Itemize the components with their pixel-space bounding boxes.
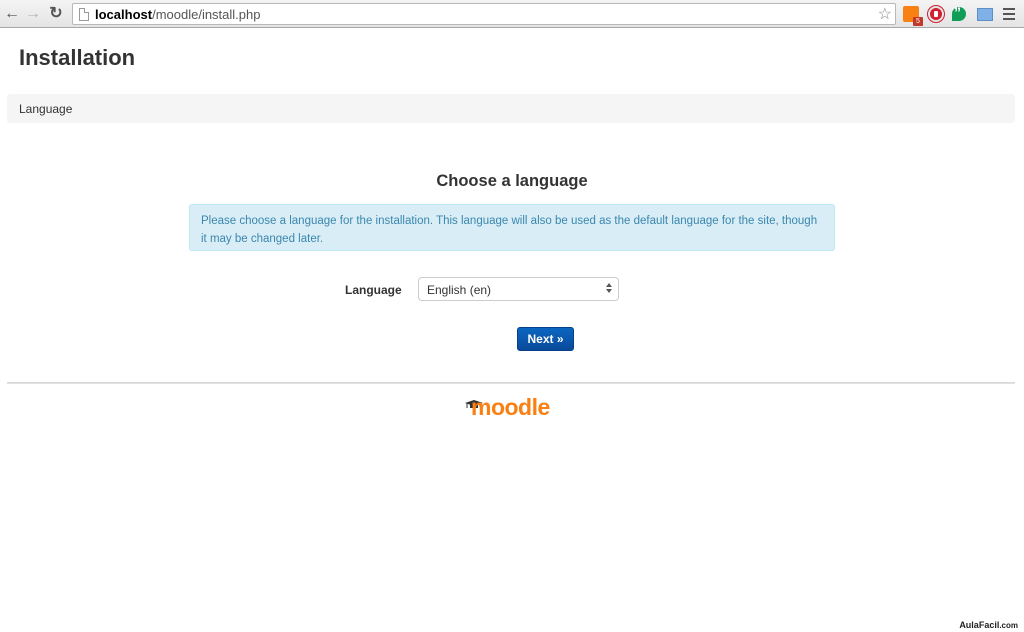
url-host: localhost xyxy=(95,7,153,22)
browser-toolbar: ← → ↻ localhost/moodle/install.php ☆ 5 xyxy=(0,0,1024,28)
language-select[interactable]: English (en) xyxy=(418,277,619,301)
arrow-left-icon: ← xyxy=(4,5,20,22)
moodle-logo-text: moodle xyxy=(471,394,550,420)
next-button[interactable]: Next » xyxy=(517,327,574,351)
arrow-right-icon: → xyxy=(25,5,41,22)
watermark: AulaFacil.com xyxy=(959,620,1018,630)
url-path: /moodle/install.php xyxy=(152,7,261,22)
hamburger-menu-icon[interactable] xyxy=(1003,8,1015,20)
hangouts-extension-icon[interactable] xyxy=(952,4,966,21)
watermark-text: AulaFacil xyxy=(959,620,1000,630)
info-message: Please choose a language for the install… xyxy=(189,204,835,251)
url-text[interactable]: localhost/moodle/install.php xyxy=(95,7,260,22)
extension-badge: 5 xyxy=(913,17,923,26)
screenshot-extension-icon[interactable] xyxy=(977,8,993,21)
forward-button[interactable]: → xyxy=(24,4,42,24)
language-label: Language xyxy=(345,283,402,297)
language-selected-value: English (en) xyxy=(427,283,492,297)
stop-extension-icon[interactable] xyxy=(928,6,944,22)
back-button[interactable]: ← xyxy=(3,4,21,24)
navbar-current-step: Language xyxy=(19,102,73,116)
moodle-logo[interactable]: moodle xyxy=(465,394,561,422)
select-arrows-icon xyxy=(606,283,612,295)
watermark-suffix: .com xyxy=(999,621,1018,630)
address-bar[interactable]: localhost/moodle/install.php ☆ xyxy=(72,3,896,25)
footer-divider xyxy=(7,382,1015,384)
page-content: Installation Language Choose a language … xyxy=(0,29,1024,632)
bookmark-star-icon[interactable]: ☆ xyxy=(878,4,892,24)
section-heading: Choose a language xyxy=(436,172,588,190)
reload-icon: ↻ xyxy=(49,5,63,22)
page-title: Installation xyxy=(19,45,136,70)
page-icon xyxy=(79,8,89,21)
reload-button[interactable]: ↻ xyxy=(47,4,65,24)
navbar: Language xyxy=(7,94,1015,123)
moodle-extension-icon[interactable]: 5 xyxy=(903,6,923,26)
